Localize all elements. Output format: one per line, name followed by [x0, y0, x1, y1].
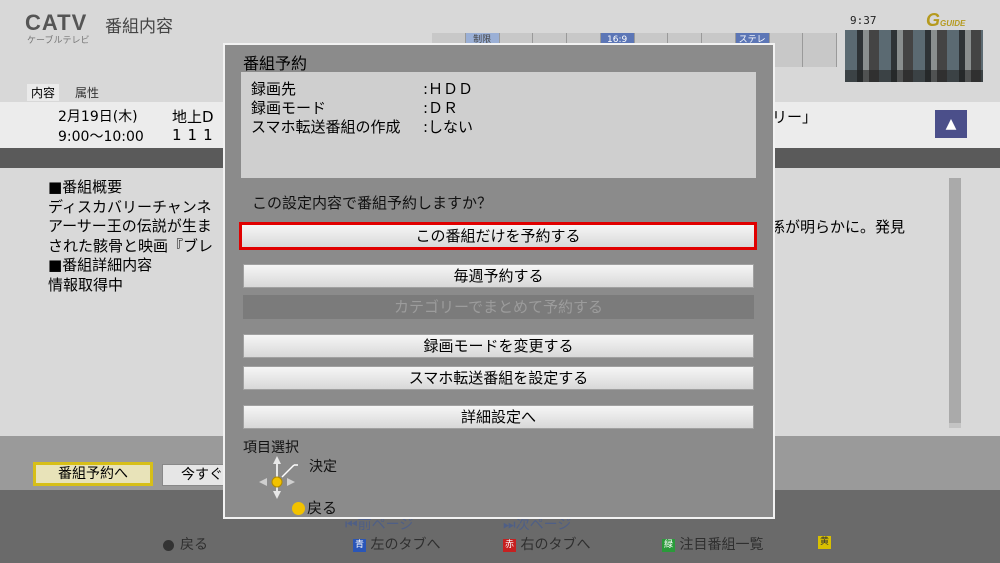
program-channel-number: 111 — [172, 126, 219, 144]
footer-left-tab[interactable]: 青 左のタブへ — [353, 534, 440, 554]
tab-content[interactable]: 内容 — [27, 84, 60, 101]
skip-forward-icon: ⏭ — [503, 517, 516, 533]
confirm-question: この設定内容で番組予約しますか？ — [252, 194, 493, 212]
nav-select-label: 項目選択 — [243, 440, 299, 456]
yellow-key-icon: 黄 — [818, 535, 831, 549]
genre-icon: ▲ — [935, 110, 967, 138]
yellow-button-icon — [292, 502, 305, 515]
tab-attributes[interactable]: 属性 — [75, 84, 99, 101]
clock: 9:37 — [850, 14, 877, 27]
program-description-right: 関係が明らかに。発見 — [755, 218, 906, 236]
footer-right-tab[interactable]: 赤 右のタブへ — [503, 534, 590, 554]
skip-back-icon: ⏮ — [345, 517, 358, 533]
advanced-settings-button[interactable]: 詳細設定へ — [243, 405, 754, 429]
catv-logo-subtitle: ケーブルテレビ — [27, 36, 90, 46]
program-time: 9:00〜10:00 — [58, 129, 144, 145]
grid-cell — [803, 33, 837, 67]
category-reserve-button: カテゴリーでまとめて予約する — [243, 295, 754, 319]
summary-row: 録画モード:ＤＲ — [251, 99, 459, 117]
footer-featured-programs[interactable]: 緑 注目番組一覧 — [662, 534, 763, 554]
dpad-icon — [259, 456, 298, 499]
program-title: リー」 — [772, 108, 818, 126]
g-guide-logo: GGUIDE — [926, 10, 966, 30]
program-description: ■番組概要 ディスカバリーチャンネ アーサー王の伝説が生ま された骸骨と映画『ブレ ■番… — [48, 178, 214, 294]
smartphone-transfer-button[interactable]: スマホ転送番組を設定する — [243, 366, 754, 390]
reserve-this-program-button[interactable]: この番組だけを予約する — [239, 222, 757, 250]
program-date: 2月19日(木) — [58, 109, 138, 125]
program-channel: 地上D — [172, 108, 214, 126]
change-record-mode-button[interactable]: 録画モードを変更する — [243, 334, 754, 358]
green-key-icon: 緑 — [662, 538, 675, 552]
nav-ok-label: 決定 — [309, 459, 337, 475]
reserve-program-button[interactable]: 番組予約へ — [33, 462, 153, 486]
footer-yellow-key[interactable]: 黄 — [818, 534, 831, 550]
weekly-reserve-button[interactable]: 毎週予約する — [243, 264, 754, 288]
blue-key-icon: 青 — [353, 538, 366, 552]
footer-back[interactable]: 戻る — [163, 534, 208, 554]
red-key-icon: 赤 — [503, 538, 516, 552]
summary-row: 録画先:ＨＤＤ — [251, 80, 474, 98]
back-button-icon — [163, 539, 174, 551]
dialog-title: 番組予約 — [243, 54, 308, 73]
screen-title: 番組内容 — [105, 17, 173, 37]
scrollbar-thumb[interactable] — [949, 178, 961, 423]
watch-now-button[interactable]: 今すぐ — [162, 464, 224, 486]
summary-row: スマホ転送番組の作成:しない — [251, 118, 474, 136]
nav-back[interactable]: 戻る — [292, 497, 337, 518]
